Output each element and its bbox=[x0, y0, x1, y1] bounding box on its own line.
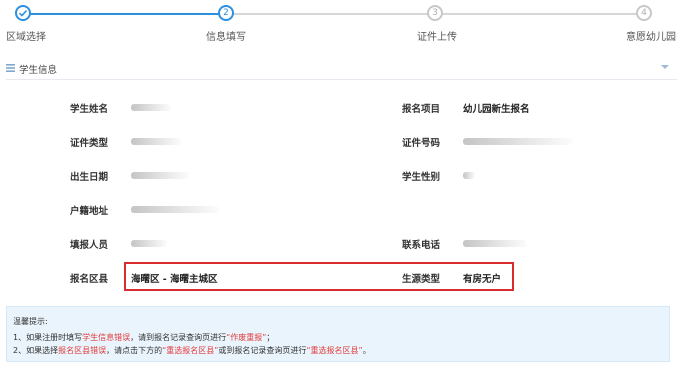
label-phone: 联系电话 bbox=[402, 240, 441, 251]
label-student-name: 学生姓名 bbox=[70, 104, 109, 115]
step-3-node[interactable]: 3 bbox=[427, 5, 443, 21]
highlight-annotation-box bbox=[124, 262, 514, 291]
gender-redacted bbox=[463, 172, 475, 179]
label-id-number: 证件号码 bbox=[402, 138, 441, 149]
step-1-node[interactable] bbox=[15, 5, 31, 21]
tip-highlight-student-info-error: 学生信息错误 bbox=[82, 333, 131, 342]
section-title: 学生信息 bbox=[19, 65, 58, 76]
filler-redacted bbox=[131, 240, 167, 247]
step-2-node[interactable]: 2 bbox=[218, 5, 234, 21]
student-info-header[interactable]: 学生信息 bbox=[6, 59, 677, 80]
tip-highlight-district-error: 报名区县错误 bbox=[58, 346, 107, 355]
student-name-redacted bbox=[131, 104, 171, 111]
birth-date-redacted bbox=[131, 172, 189, 179]
list-icon bbox=[6, 64, 15, 72]
value-enroll-project: 幼儿园新生报名 bbox=[463, 104, 530, 115]
label-district: 报名区县 bbox=[70, 274, 109, 285]
tip-link-reselect-district-1: “重选报名区县” bbox=[162, 346, 219, 355]
tips-line-2: 2、如果选择报名区县错误，请点击下方的“重选报名区县”或到报名记录查询页进行“重… bbox=[13, 346, 371, 355]
label-household-address: 户籍地址 bbox=[70, 206, 109, 217]
collapse-caret-icon[interactable] bbox=[661, 65, 669, 69]
step-3-label: 证件上传 bbox=[417, 32, 457, 43]
step-2-label: 信息填写 bbox=[206, 32, 246, 43]
tips-title: 温馨提示: bbox=[13, 317, 48, 326]
step-2-number: 2 bbox=[223, 8, 229, 18]
id-type-redacted bbox=[131, 138, 181, 145]
household-address-redacted bbox=[131, 206, 219, 213]
step-4-label: 意愿幼儿园 bbox=[626, 32, 676, 43]
id-number-redacted bbox=[463, 138, 573, 145]
label-id-type: 证件类型 bbox=[70, 138, 109, 149]
check-icon bbox=[18, 9, 28, 17]
tips-line-1: 1、如果注册时填写学生信息错误，请到报名记录查询页进行“作废重报”； bbox=[13, 333, 275, 342]
progress-stepper: 2 3 4 区域选择 信息填写 证件上传 意愿幼儿园 bbox=[0, 0, 683, 48]
label-filler: 填报人员 bbox=[70, 240, 109, 251]
step-4-number: 4 bbox=[641, 8, 647, 18]
label-gender: 学生性别 bbox=[402, 172, 441, 183]
step-3-number: 3 bbox=[432, 8, 438, 18]
step-1-label: 区域选择 bbox=[6, 32, 46, 43]
step-connector-done bbox=[23, 13, 219, 15]
label-birth-date: 出生日期 bbox=[70, 172, 109, 183]
tip-link-reselect-district-2: “重选报名区县” bbox=[306, 346, 363, 355]
tips-panel: 温馨提示: 1、如果注册时填写学生信息错误，请到报名记录查询页进行“作废重报”；… bbox=[6, 306, 670, 362]
label-enroll-project: 报名项目 bbox=[402, 104, 441, 115]
step-4-node[interactable]: 4 bbox=[636, 5, 652, 21]
phone-redacted bbox=[463, 240, 527, 247]
tip-link-void-reapply: “作废重报” bbox=[226, 333, 267, 342]
